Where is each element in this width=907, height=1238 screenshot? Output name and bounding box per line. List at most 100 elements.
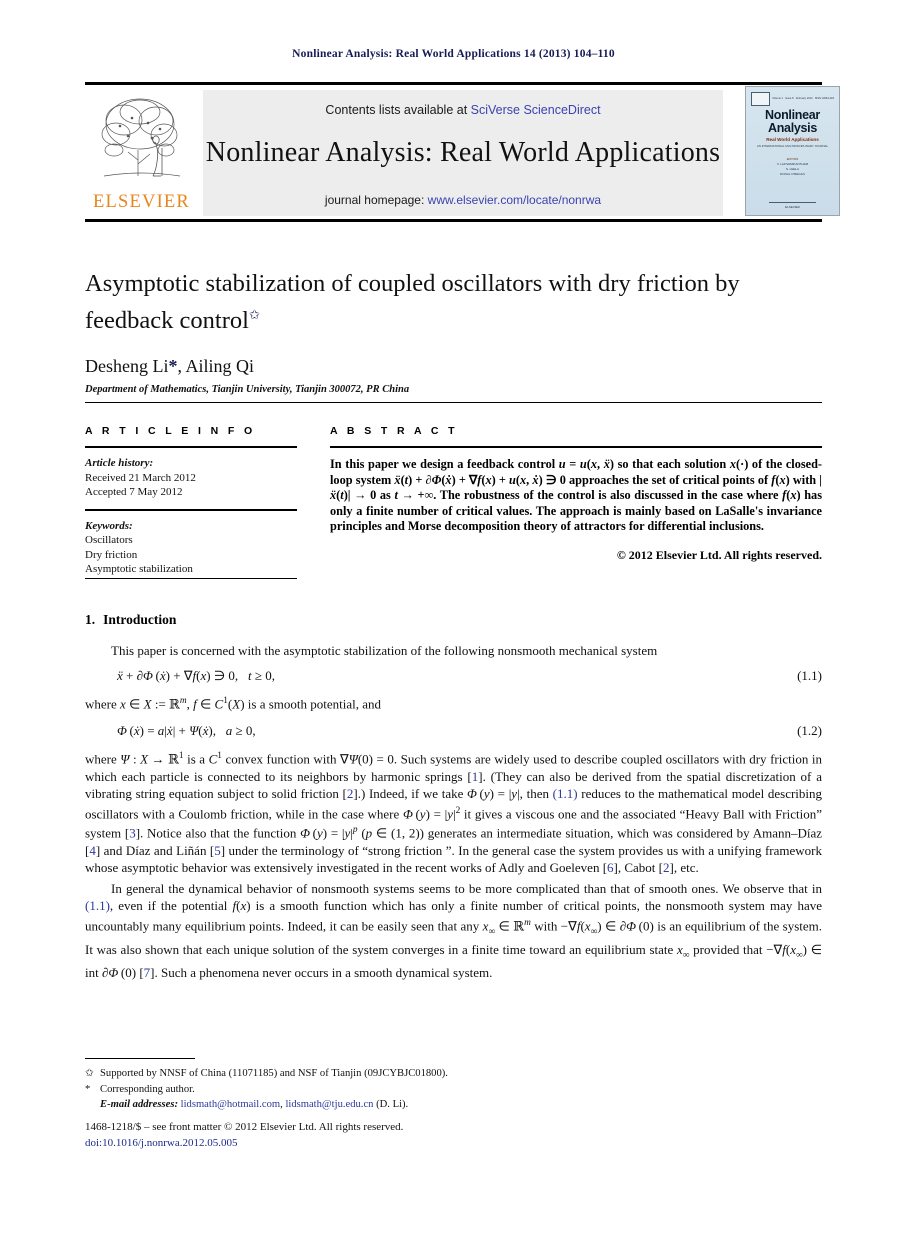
cover-subtitle: Real World Applications [766,137,819,142]
cover-editor-3: DONAL O'REGAN [780,172,805,176]
citation-link[interactable]: 2 [663,860,670,875]
cover-issue: Issue 8 [785,97,794,100]
cover-editors: EDITORS V. LAKSHMIKANTHAM S. LEELA DONAL… [752,157,833,177]
cover-title-line2: Analysis [767,120,818,135]
footnote-corr-text: Corresponding author. [100,1083,195,1095]
article-history-label: Article history: [85,457,154,469]
equation-1-2: Φ (ẋ) = a|ẋ| + Ψ(ẋ), a ≥ 0, (1.2) [85,723,822,739]
email-link-2[interactable]: lidsmath@tju.edu.cn [285,1099,373,1110]
masthead-top-rule [85,82,822,85]
title-footnote-marker[interactable]: ✩ [249,307,260,322]
author-1: Desheng Li [85,356,169,377]
footnote-star-marker: ✩ [85,1068,94,1079]
accepted-date: Accepted 7 May 2012 [85,486,183,498]
keywords-block: Keywords: Oscillators Dry friction Asymp… [85,519,297,577]
equation-1-1-body: ẍ + ∂Φ (ẋ) + ∇f(x) ∋ 0, t ≥ 0, [117,668,275,684]
cover-volume: Volume 1 [772,97,783,100]
journal-title: Nonlinear Analysis: Real World Applicati… [205,137,721,168]
homepage-prefix: journal homepage: [324,193,428,207]
cover-title: Nonlinear Analysis [752,109,833,134]
equation-1-1: ẍ + ∂Φ (ẋ) + ∇f(x) ∋ 0, t ≥ 0, (1.1) [85,668,822,684]
abstract-rule [330,446,822,448]
cover-issn: ISSN 1468-1218 [814,97,834,100]
author-2: , Ailing Qi [177,356,254,377]
footnote-funding: ✩ Supported by NNSF of China (11071185) a… [85,1066,685,1082]
paragraph-intro-1: This paper is concerned with the asympto… [111,643,658,658]
author-list: Desheng Li*, Ailing Qi [85,356,822,377]
journal-masthead: ELSEVIER Contents lists available at Sci… [85,82,840,222]
citation-link[interactable]: 3 [129,826,136,841]
equation-1-2-number: (1.2) [797,722,822,738]
cover-footer: ELSEVIER [754,202,831,209]
equation-1-1-number: (1.1) [797,668,822,684]
citation-link[interactable]: 6 [607,860,614,875]
cover-title-line1: Nonlinear [765,108,820,122]
section-number: 1. [85,612,96,627]
paper-title-text: Asymptotic stabilization of coupled osci… [85,270,740,335]
equation-1-2-body: Φ (ẋ) = a|ẋ| + Ψ(ẋ), a ≥ 0, [117,722,256,738]
body-content: 1. Introduction This paper is concerned w… [85,612,822,986]
masthead-bottom-rule [85,219,822,222]
footnotes: ✩ Supported by NNSF of China (11071185) a… [85,1066,685,1113]
paper-page: Nonlinear Analysis: Real World Applicati… [0,0,907,1238]
paragraph-intro-2: where x ∈ X := ℝm, f ∈ C1(X) is a smooth… [85,696,381,713]
paragraph-intro-4: In general the dynamical behavior of non… [85,881,823,981]
email-attribution: (D. Li). [376,1099,409,1110]
affiliation: Department of Mathematics, Tianjin Unive… [85,384,410,396]
title-bottom-rule [85,402,822,403]
info-rule-2 [85,508,297,511]
sciencedirect-link[interactable]: SciVerse ScienceDirect [471,103,601,117]
citation-link[interactable]: 4 [89,843,96,858]
cover-publisher: ELSEVIER [785,205,800,209]
footnote-corr-marker: * [85,1083,91,1095]
equation-ref-link[interactable]: (1.1) [553,786,578,801]
elsevier-logo: ELSEVIER [89,90,194,216]
contents-prefix: Contents lists available at [325,103,471,117]
elsevier-tree-icon [101,98,180,177]
section-heading-introduction: 1. Introduction [85,612,822,628]
section-title: Introduction [103,612,177,627]
received-date: Received 21 March 2012 [85,471,196,484]
info-rule-3 [85,578,297,579]
citation-link[interactable]: 1 [472,769,479,784]
journal-homepage-link[interactable]: www.elsevier.com/locate/nonrwa [428,193,601,207]
article-info-column: A R T I C L E I N F O Article history: R… [85,425,297,577]
citation-link[interactable]: 5 [214,843,221,858]
abstract-copyright: © 2012 Elsevier Ltd. All rights reserved… [616,547,822,562]
footnote-emails: E-mail addresses: lidsmath@hotmail.com, … [85,1097,685,1113]
running-head: Nonlinear Analysis: Real World Applicati… [292,48,615,60]
citation-link[interactable]: 7 [144,965,151,980]
article-history: Article history: Received 21 March 2012 … [85,456,297,500]
footnote-corresponding: * Corresponding author. [85,1082,685,1098]
front-matter-line: 1468-1218/$ – see front matter © 2012 El… [85,1121,404,1133]
contents-line: Contents lists available at SciVerse Sci… [203,90,723,117]
email-label: E-mail addresses: [100,1099,178,1110]
cover-date: February 2013 [795,97,813,100]
cover-footer-rule [769,202,816,203]
keyword-item: Asymptotic stabilization [85,563,193,575]
title-block: Asymptotic stabilization of coupled osci… [85,268,822,395]
keyword-item: Oscillators [85,534,133,546]
cover-subtitle2: AN INTERNATIONAL MULTIDISCIPLINARY JOURN… [756,144,829,148]
elsevier-wordmark: ELSEVIER [93,192,190,212]
footnote-funding-text: Supported by NNSF of China (11071185) an… [100,1068,448,1079]
keyword-item: Dry friction [85,548,138,561]
info-rule-1 [85,446,297,448]
citation-link[interactable]: 2 [347,786,354,801]
equation-ref-link[interactable]: (1.1) [85,898,110,913]
paragraph-intro-3: where Ψ : X → ℝ1 is a C1 convex function… [85,750,823,875]
email-link-1[interactable]: lidsmath@hotmail.com [181,1099,281,1110]
keywords-label: Keywords: [85,519,133,532]
journal-cover-thumbnail: Volume 1 Issue 8 February 2013 ISSN 1468… [745,86,840,216]
homepage-line: journal homepage: www.elsevier.com/locat… [203,193,723,207]
colophon: 1468-1218/$ – see front matter © 2012 El… [85,1120,685,1151]
cover-stamp-icon [751,91,770,106]
cover-topbar: Volume 1 Issue 8 February 2013 ISSN 1468… [751,91,834,106]
page-title: Asymptotic stabilization of coupled osci… [85,268,822,336]
journal-banner: Contents lists available at SciVerse Sci… [203,90,723,216]
footnote-rule [85,1058,195,1059]
abstract-text: In this paper we design a feedback contr… [330,457,823,534]
doi-link[interactable]: doi:10.1016/j.nonrwa.2012.05.005 [85,1136,685,1152]
article-info-heading: A R T I C L E I N F O [85,425,256,437]
abstract-column: A B S T R A C T In this paper we design … [330,425,822,563]
